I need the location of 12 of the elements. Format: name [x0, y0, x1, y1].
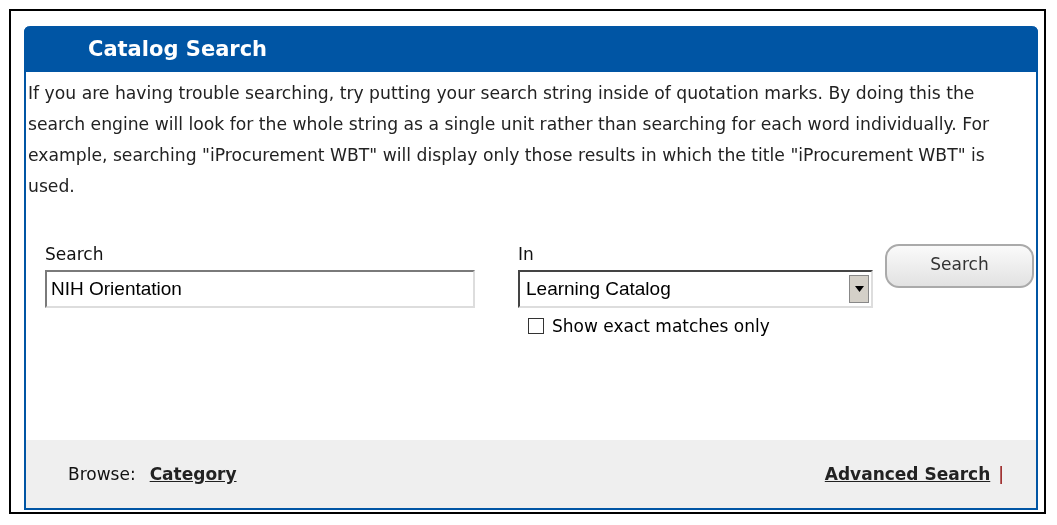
advanced-search-link[interactable]: Advanced Search	[824, 464, 991, 484]
exact-matches-checkbox[interactable]: Show exact matches only	[528, 316, 873, 336]
search-field[interactable]: NIH Orientation	[45, 270, 475, 308]
category-link[interactable]: Category	[149, 464, 237, 484]
search-button[interactable]: Search	[885, 244, 1034, 288]
catalog-dropdown[interactable]: Learning Catalog	[518, 270, 873, 308]
help-text: If you are having trouble searching, try putting your search string inside of quotation marks. By doing this the search engine will look for the whole string as a single unit rather than searching for each word individually. For example, searching "iProcurement WBT" will display only those results in which the title "iProcurement WBT" is used.	[28, 82, 990, 198]
separator: |	[998, 464, 1004, 484]
search-label: Search	[45, 244, 105, 266]
browse-label: Browse:	[68, 464, 136, 484]
in-label: In	[518, 244, 535, 266]
panel-title: Catalog Search	[88, 37, 268, 61]
